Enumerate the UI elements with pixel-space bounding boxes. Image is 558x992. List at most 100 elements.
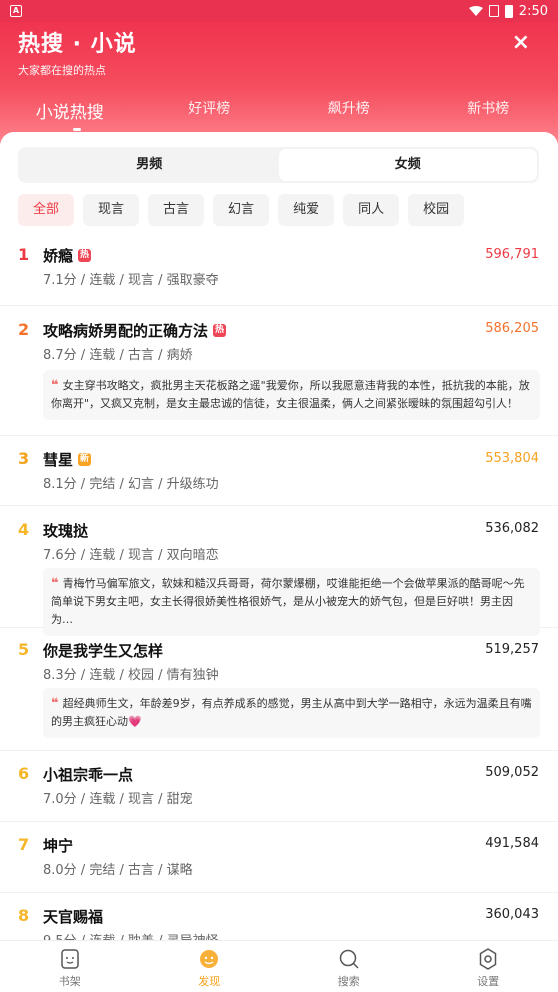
bookshelf-icon xyxy=(61,949,79,969)
book-blurb-text: 女主穿书攻略文，疯批男主天花板路之遥"我爱你，所以我愿意违背我的本性，抵抗我的本… xyxy=(51,379,530,410)
active-tab-indicator xyxy=(73,128,81,131)
book-title: 坤宁 xyxy=(43,835,73,856)
gender-toggle: 男频 女频 xyxy=(18,147,539,183)
list-item[interactable]: 4 玫瑰挞 7.6分 / 连载 / 现言 / 双向暗恋 536,082 ❝ 青梅竹… xyxy=(0,506,558,636)
list-item[interactable]: 8 天官赐福 9.5分 / 连载 / 耽美 / 灵异神怪 360,043 xyxy=(0,893,558,940)
quote-icon: ❝ xyxy=(51,576,59,591)
book-meta: 8.0分 / 完结 / 古言 / 谋略 xyxy=(43,863,193,878)
book-meta: 9.5分 / 连载 / 耽美 / 灵异神怪 xyxy=(43,930,219,940)
nav-search[interactable]: 搜索 xyxy=(279,941,419,992)
tab-rising[interactable]: 飙升榜 xyxy=(279,96,419,123)
book-meta: 7.1分 / 连载 / 现言 / 强取豪夺 xyxy=(43,273,219,288)
chip-campus[interactable]: 校园 xyxy=(408,194,465,226)
quote-icon: ❝ xyxy=(51,378,59,393)
search-count: 536,082 xyxy=(485,521,539,536)
quote-icon: ❝ xyxy=(51,696,59,711)
search-count: 586,205 xyxy=(485,321,539,336)
ranking-tabs: 小说热搜 好评榜 飙升榜 新书榜 xyxy=(0,96,558,123)
discover-icon xyxy=(200,950,219,968)
status-icons: 2:50 xyxy=(468,3,548,19)
nav-discover-label: 发现 xyxy=(198,975,221,988)
search-count: 360,043 xyxy=(485,907,539,922)
book-meta: 7.6分 / 连载 / 现言 / 双向暗恋 xyxy=(43,548,219,563)
rank-number: 7 xyxy=(18,835,30,854)
book-blurb: ❝ 青梅竹马偏军旅文，软妹和糙汉兵哥哥，荷尔蒙爆棚，哎谁能拒绝一个会做苹果派的酷哥… xyxy=(43,568,540,636)
page-subtitle: 大家都在搜的热点 xyxy=(18,64,106,77)
chip-fantasy[interactable]: 幻言 xyxy=(213,194,270,226)
rank-number: 6 xyxy=(18,764,30,783)
nav-bookshelf-label: 书架 xyxy=(58,975,81,988)
close-icon[interactable]: × xyxy=(512,30,530,55)
book-meta: 7.0分 / 连载 / 现言 / 甜宠 xyxy=(43,792,193,807)
search-icon xyxy=(339,949,359,969)
book-blurb: ❝ 女主穿书攻略文，疯批男主天花板路之遥"我爱你，所以我愿意违背我的本性，抵抗我的… xyxy=(43,370,540,420)
list-item[interactable]: 1 娇瘾 热 7.1分 / 连载 / 现言 / 强取豪夺 596,791 xyxy=(0,236,558,306)
book-title-text: 攻略病娇男配的正确方法 xyxy=(43,322,209,340)
nav-settings-label: 设置 xyxy=(477,975,500,988)
ranking-list: 1 娇瘾 热 7.1分 / 连载 / 现言 / 强取豪夺 596,791 2 攻… xyxy=(0,236,558,940)
rank-number: 2 xyxy=(18,320,30,339)
book-title: 你是我学生又怎样 xyxy=(43,640,163,661)
search-count: 509,052 xyxy=(485,765,539,780)
book-blurb: ❝ 超经典师生文，年龄差9岁，有点养成系的感觉，男主从高中到大学一路相守，永远为温… xyxy=(43,688,540,738)
list-item[interactable]: 6 小祖宗乖一点 7.0分 / 连载 / 现言 / 甜宠 509,052 xyxy=(0,751,558,822)
book-meta: 8.3分 / 连载 / 校园 / 情有独钟 xyxy=(43,668,219,683)
new-badge: 新 xyxy=(78,453,92,466)
chip-modern[interactable]: 现言 xyxy=(83,194,140,226)
gender-female[interactable]: 女频 xyxy=(278,149,537,181)
book-blurb-text: 青梅竹马偏军旅文，软妹和糙汉兵哥哥，荷尔蒙爆棚，哎谁能拒绝一个会做苹果派的酷哥呢… xyxy=(51,577,525,626)
nav-discover[interactable]: 发现 xyxy=(140,941,280,992)
rank-number: 5 xyxy=(18,640,30,659)
hot-badge: 热 xyxy=(78,249,92,262)
gender-male[interactable]: 男频 xyxy=(20,149,279,181)
wifi-icon xyxy=(468,6,483,16)
book-title: 天官赐福 xyxy=(43,906,103,927)
book-title-text: 天官赐福 xyxy=(43,908,104,926)
gear-icon xyxy=(480,948,497,970)
book-title-text: 小祖宗乖一点 xyxy=(43,766,134,784)
book-title-text: 娇瘾 xyxy=(43,247,74,265)
book-title-text: 你是我学生又怎样 xyxy=(43,642,164,660)
chip-fanfic[interactable]: 同人 xyxy=(343,194,400,226)
book-title: 彗星 新 xyxy=(43,449,92,470)
book-title-text: 坤宁 xyxy=(43,837,74,855)
nav-settings[interactable]: 设置 xyxy=(419,941,558,992)
rank-number: 8 xyxy=(18,906,30,925)
hot-badge: 热 xyxy=(213,324,227,337)
sim-icon xyxy=(488,5,499,17)
status-time: 2:50 xyxy=(518,3,548,19)
list-item[interactable]: 5 你是我学生又怎样 8.3分 / 连载 / 校园 / 情有独钟 519,257… xyxy=(0,628,558,751)
tab-novel-hot[interactable]: 小说热搜 xyxy=(0,96,140,123)
chip-bl[interactable]: 纯爱 xyxy=(278,194,335,226)
chip-ancient[interactable]: 古言 xyxy=(148,194,205,226)
book-meta: 8.7分 / 连载 / 古言 / 病娇 xyxy=(43,348,193,363)
book-title: 娇瘾 热 xyxy=(43,245,92,266)
tab-top-rated[interactable]: 好评榜 xyxy=(140,96,280,123)
chip-all[interactable]: 全部 xyxy=(18,194,75,226)
nav-search-label: 搜索 xyxy=(337,975,360,988)
status-bar: A 2:50 xyxy=(0,0,558,22)
rank-number: 3 xyxy=(18,449,30,468)
battery-icon xyxy=(504,4,513,18)
book-meta: 8.1分 / 完结 / 幻言 / 升级练功 xyxy=(43,477,219,492)
book-title: 玫瑰挞 xyxy=(43,520,88,541)
rank-number: 4 xyxy=(18,520,30,539)
category-chips: 全部 现言 古言 幻言 纯爱 同人 校园 xyxy=(18,194,465,226)
book-blurb-text: 超经典师生文，年龄差9岁，有点养成系的感觉，男主从高中到大学一路相守，永远为温柔… xyxy=(51,697,532,728)
nav-bookshelf[interactable]: 书架 xyxy=(0,941,140,992)
main-panel: 男频 女频 全部 现言 古言 幻言 纯爱 同人 校园 1 娇瘾 热 7.1分 /… xyxy=(0,132,558,940)
list-item[interactable]: 7 坤宁 8.0分 / 完结 / 古言 / 谋略 491,584 xyxy=(0,822,558,893)
notification-icon: A xyxy=(10,5,22,17)
book-title-text: 玫瑰挞 xyxy=(43,522,89,540)
tab-new-books[interactable]: 新书榜 xyxy=(419,96,558,123)
search-count: 596,791 xyxy=(485,247,539,262)
search-count: 491,584 xyxy=(485,836,539,851)
bottom-nav: 书架 发现 搜索 设置 xyxy=(0,940,558,992)
search-count: 519,257 xyxy=(485,642,539,657)
page-title: 热搜 · 小说 xyxy=(18,32,137,57)
list-item[interactable]: 2 攻略病娇男配的正确方法 热 8.7分 / 连载 / 古言 / 病娇 586,… xyxy=(0,306,558,436)
book-title-text: 彗星 xyxy=(43,451,74,469)
rank-number: 1 xyxy=(18,245,30,264)
list-item[interactable]: 3 彗星 新 8.1分 / 完结 / 幻言 / 升级练功 553,804 xyxy=(0,436,558,506)
search-count: 553,804 xyxy=(485,451,539,466)
